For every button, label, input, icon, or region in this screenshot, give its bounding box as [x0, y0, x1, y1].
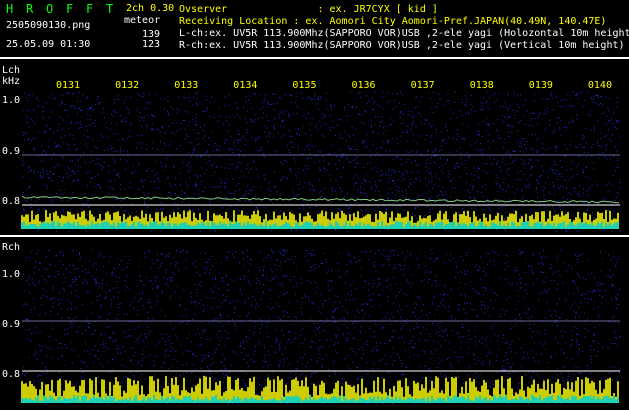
spectrogram-window: H R O F F T 2ch 0.30 meteor 2505090130.p…: [0, 0, 629, 410]
spectrogram-canvas: [21, 91, 621, 406]
